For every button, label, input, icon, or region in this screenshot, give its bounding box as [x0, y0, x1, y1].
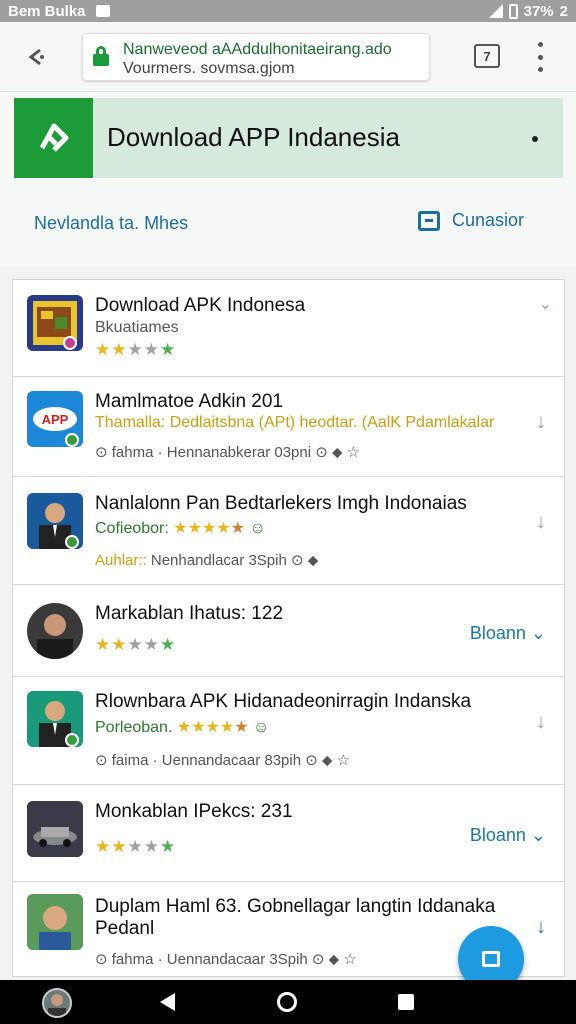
list-item[interactable]: Download APK Indonesa Bkuatiames ★★★★★ ⌄	[13, 280, 564, 377]
badge-icon	[65, 433, 79, 447]
list-item[interactable]: Monkablan IPekcs: 231 ★★★★★ Bloann ⌄	[13, 785, 564, 882]
sim-count: 2	[559, 2, 568, 20]
list-item[interactable]: Rlownbara APK Hidanadeonirragin Indanska…	[13, 677, 564, 785]
item-subtitle: Porleoban. ★★★★★ ☺	[95, 719, 270, 736]
item-meta: ⊙ faima · Uennandacaar 83pih ⊙ ⬥ ☆	[95, 752, 351, 769]
badge-icon	[65, 535, 79, 549]
rating-stars: ★★★★★	[95, 635, 177, 654]
app-banner[interactable]: Download APP Indanesia	[14, 98, 563, 178]
signal-icon	[488, 4, 503, 18]
rating-stars: ★★★★★	[95, 837, 177, 856]
item-title: Markablan Ihatus: 122	[95, 603, 284, 624]
url-text-secondary: Vourmers. sovmsa.gjom	[123, 60, 295, 77]
app-logo-icon	[14, 98, 93, 178]
item-title: Mamlmatoe Adkin 201	[95, 391, 283, 412]
list-item[interactable]: APP Mamlmatoe Adkin 201 Thamalla: Dedlai…	[13, 377, 564, 477]
item-meta: ⊙ fahma · Uennandacaar 3Spih ⊙ ⬥ ☆	[95, 951, 357, 968]
download-icon[interactable]: ↓	[536, 711, 546, 734]
list-item[interactable]: Nanlalonn Pan Bedtarlekers Imgh Indonaia…	[13, 477, 564, 585]
notification-icon	[95, 5, 110, 17]
item-meta: Auhlar:: Nenhandlacar 3Spih ⊙ ⬥	[95, 552, 319, 569]
item-title: Duplam Haml 63. Gobnellagar langtin Idda…	[95, 896, 496, 917]
item-title: Rlownbara APK Hidanadeonirragin Indanska	[95, 691, 472, 712]
expand-link[interactable]: Bloann ⌄	[470, 623, 546, 644]
address-bar[interactable]: Nanweveod aAAddulhonitaeirang.ado Vourme…	[82, 33, 430, 81]
overflow-menu-icon[interactable]	[536, 42, 544, 72]
list-item[interactable]: Markablan Ihatus: 122 ★★★★★ Bloann ⌄	[13, 585, 564, 677]
carrier-label: Bem Bulka	[8, 2, 86, 20]
page-title: Download APP Indanesia	[107, 122, 400, 152]
item-meta: ⊙ fahma · Hennanabkerar 03pni ⊙ ⬥ ☆	[95, 444, 361, 461]
rating-stars: ★★★★★	[95, 340, 177, 359]
item-subtitle: Thamalla: Dedlaitsbna (APt) heodtar. (Aa…	[95, 414, 495, 431]
page-header: Download APP Indanesia Nevlandla ta. Mhe…	[0, 92, 576, 267]
battery-icon	[508, 3, 518, 19]
item-title: Download APK Indonesa	[95, 295, 306, 316]
item-title: Monkablan IPekcs: 231	[95, 801, 293, 822]
lock-icon	[93, 46, 109, 66]
app-thumbnail	[27, 801, 83, 857]
download-icon[interactable]: ↓	[536, 511, 546, 534]
chat-icon	[418, 210, 440, 231]
back-icon[interactable]	[160, 993, 175, 1011]
browser-toolbar: Nanweveod aAAddulhonitaeirang.ado Vourme…	[0, 22, 576, 92]
home-icon[interactable]	[18, 38, 56, 76]
app-list: Download APK Indonesa Bkuatiames ★★★★★ ⌄…	[12, 279, 565, 977]
contact-button[interactable]: Cunasior	[418, 210, 524, 231]
chevron-down-icon[interactable]: ⌄	[539, 294, 552, 314]
tab-switcher-button[interactable]: 7	[474, 44, 500, 68]
expand-link[interactable]: Bloann ⌄	[470, 825, 546, 846]
status-bar: Bem Bulka 37% 2	[0, 0, 576, 22]
item-subtitle: Cofieobor: ★★★★★ ☺	[95, 520, 266, 537]
recent-apps-icon[interactable]	[398, 994, 414, 1010]
download-icon[interactable]: ↓	[536, 916, 546, 939]
home-nav-icon[interactable]	[277, 992, 297, 1012]
download-icon[interactable]: ↓	[536, 411, 546, 434]
badge-icon	[63, 336, 77, 350]
banner-menu-icon[interactable]	[532, 136, 538, 142]
item-subtitle: Bkuatiames	[95, 319, 179, 336]
avatar[interactable]	[42, 988, 72, 1018]
badge-icon	[65, 733, 79, 747]
url-text: Nanweveod aAAddulhonitaeirang.ado	[123, 41, 392, 58]
edit-icon	[482, 951, 500, 967]
breadcrumb-link[interactable]: Nevlandla ta. Mhes	[34, 213, 188, 234]
app-thumbnail	[27, 894, 83, 950]
item-title: Nanlalonn Pan Bedtarlekers Imgh Indonaia…	[95, 493, 467, 514]
svg-text:APP: APP	[42, 412, 69, 427]
battery-percent: 37%	[523, 2, 554, 20]
system-nav-bar	[0, 980, 576, 1024]
app-thumbnail	[27, 603, 83, 659]
